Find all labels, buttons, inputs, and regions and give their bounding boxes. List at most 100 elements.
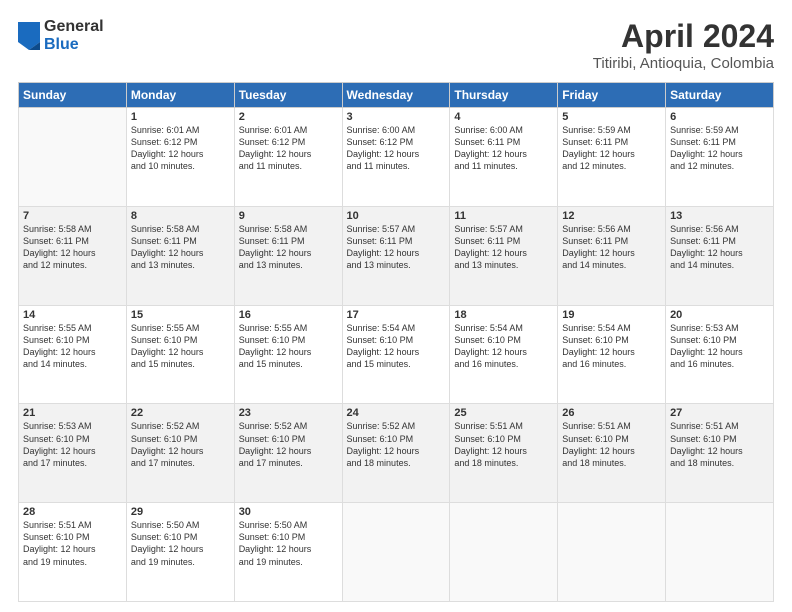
day-cell: 28Sunrise: 5:51 AM Sunset: 6:10 PM Dayli…	[19, 503, 127, 602]
header-day-wednesday: Wednesday	[342, 83, 450, 108]
day-cell: 19Sunrise: 5:54 AM Sunset: 6:10 PM Dayli…	[558, 305, 666, 404]
day-cell: 24Sunrise: 5:52 AM Sunset: 6:10 PM Dayli…	[342, 404, 450, 503]
day-cell: 1Sunrise: 6:01 AM Sunset: 6:12 PM Daylig…	[126, 108, 234, 207]
week-row-2: 14Sunrise: 5:55 AM Sunset: 6:10 PM Dayli…	[19, 305, 774, 404]
day-cell: 25Sunrise: 5:51 AM Sunset: 6:10 PM Dayli…	[450, 404, 558, 503]
day-info: Sunrise: 5:54 AM Sunset: 6:10 PM Dayligh…	[347, 322, 446, 371]
week-row-1: 7Sunrise: 5:58 AM Sunset: 6:11 PM Daylig…	[19, 206, 774, 305]
day-info: Sunrise: 5:56 AM Sunset: 6:11 PM Dayligh…	[670, 223, 769, 272]
day-number: 16	[239, 309, 338, 321]
day-info: Sunrise: 6:01 AM Sunset: 6:12 PM Dayligh…	[239, 124, 338, 173]
day-info: Sunrise: 5:50 AM Sunset: 6:10 PM Dayligh…	[239, 519, 338, 568]
calendar-table: SundayMondayTuesdayWednesdayThursdayFrid…	[18, 82, 774, 602]
day-cell: 27Sunrise: 5:51 AM Sunset: 6:10 PM Dayli…	[666, 404, 774, 503]
day-info: Sunrise: 5:53 AM Sunset: 6:10 PM Dayligh…	[670, 322, 769, 371]
day-cell: 11Sunrise: 5:57 AM Sunset: 6:11 PM Dayli…	[450, 206, 558, 305]
day-cell: 20Sunrise: 5:53 AM Sunset: 6:10 PM Dayli…	[666, 305, 774, 404]
day-cell: 26Sunrise: 5:51 AM Sunset: 6:10 PM Dayli…	[558, 404, 666, 503]
day-number: 30	[239, 506, 338, 518]
day-cell: 6Sunrise: 5:59 AM Sunset: 6:11 PM Daylig…	[666, 108, 774, 207]
day-cell: 22Sunrise: 5:52 AM Sunset: 6:10 PM Dayli…	[126, 404, 234, 503]
day-cell	[558, 503, 666, 602]
day-number: 27	[670, 407, 769, 419]
day-info: Sunrise: 5:59 AM Sunset: 6:11 PM Dayligh…	[670, 124, 769, 173]
day-number: 2	[239, 111, 338, 123]
day-info: Sunrise: 5:51 AM Sunset: 6:10 PM Dayligh…	[454, 420, 553, 469]
logo-general: General	[44, 18, 104, 36]
day-cell	[666, 503, 774, 602]
day-info: Sunrise: 5:50 AM Sunset: 6:10 PM Dayligh…	[131, 519, 230, 568]
day-number: 1	[131, 111, 230, 123]
header-day-thursday: Thursday	[450, 83, 558, 108]
day-cell: 16Sunrise: 5:55 AM Sunset: 6:10 PM Dayli…	[234, 305, 342, 404]
day-number: 19	[562, 309, 661, 321]
day-info: Sunrise: 5:58 AM Sunset: 6:11 PM Dayligh…	[131, 223, 230, 272]
day-info: Sunrise: 5:52 AM Sunset: 6:10 PM Dayligh…	[239, 420, 338, 469]
day-cell: 7Sunrise: 5:58 AM Sunset: 6:11 PM Daylig…	[19, 206, 127, 305]
day-number: 3	[347, 111, 446, 123]
day-number: 5	[562, 111, 661, 123]
day-info: Sunrise: 5:55 AM Sunset: 6:10 PM Dayligh…	[239, 322, 338, 371]
header-day-tuesday: Tuesday	[234, 83, 342, 108]
day-cell: 13Sunrise: 5:56 AM Sunset: 6:11 PM Dayli…	[666, 206, 774, 305]
day-number: 22	[131, 407, 230, 419]
day-info: Sunrise: 6:01 AM Sunset: 6:12 PM Dayligh…	[131, 124, 230, 173]
logo-icon	[18, 22, 40, 50]
day-info: Sunrise: 5:52 AM Sunset: 6:10 PM Dayligh…	[131, 420, 230, 469]
day-number: 7	[23, 210, 122, 222]
day-info: Sunrise: 5:51 AM Sunset: 6:10 PM Dayligh…	[23, 519, 122, 568]
day-cell	[19, 108, 127, 207]
day-number: 18	[454, 309, 553, 321]
day-number: 29	[131, 506, 230, 518]
day-number: 24	[347, 407, 446, 419]
day-info: Sunrise: 5:59 AM Sunset: 6:11 PM Dayligh…	[562, 124, 661, 173]
day-cell: 9Sunrise: 5:58 AM Sunset: 6:11 PM Daylig…	[234, 206, 342, 305]
day-number: 13	[670, 210, 769, 222]
day-number: 12	[562, 210, 661, 222]
header-day-monday: Monday	[126, 83, 234, 108]
day-number: 6	[670, 111, 769, 123]
page: General Blue April 2024 Titiribi, Antioq…	[0, 0, 792, 612]
day-info: Sunrise: 5:51 AM Sunset: 6:10 PM Dayligh…	[670, 420, 769, 469]
day-cell: 5Sunrise: 5:59 AM Sunset: 6:11 PM Daylig…	[558, 108, 666, 207]
day-cell: 23Sunrise: 5:52 AM Sunset: 6:10 PM Dayli…	[234, 404, 342, 503]
day-number: 10	[347, 210, 446, 222]
day-number: 25	[454, 407, 553, 419]
day-cell: 8Sunrise: 5:58 AM Sunset: 6:11 PM Daylig…	[126, 206, 234, 305]
logo-blue: Blue	[44, 36, 104, 54]
header-day-friday: Friday	[558, 83, 666, 108]
month-title: April 2024	[593, 18, 774, 55]
day-info: Sunrise: 5:57 AM Sunset: 6:11 PM Dayligh…	[347, 223, 446, 272]
day-info: Sunrise: 5:58 AM Sunset: 6:11 PM Dayligh…	[239, 223, 338, 272]
day-cell	[450, 503, 558, 602]
day-number: 11	[454, 210, 553, 222]
header-day-saturday: Saturday	[666, 83, 774, 108]
day-info: Sunrise: 5:54 AM Sunset: 6:10 PM Dayligh…	[454, 322, 553, 371]
logo: General Blue	[18, 18, 104, 53]
day-cell: 30Sunrise: 5:50 AM Sunset: 6:10 PM Dayli…	[234, 503, 342, 602]
week-row-4: 28Sunrise: 5:51 AM Sunset: 6:10 PM Dayli…	[19, 503, 774, 602]
day-cell: 3Sunrise: 6:00 AM Sunset: 6:12 PM Daylig…	[342, 108, 450, 207]
day-number: 8	[131, 210, 230, 222]
day-number: 9	[239, 210, 338, 222]
day-number: 21	[23, 407, 122, 419]
day-info: Sunrise: 5:58 AM Sunset: 6:11 PM Dayligh…	[23, 223, 122, 272]
day-cell: 4Sunrise: 6:00 AM Sunset: 6:11 PM Daylig…	[450, 108, 558, 207]
day-info: Sunrise: 5:55 AM Sunset: 6:10 PM Dayligh…	[131, 322, 230, 371]
day-number: 20	[670, 309, 769, 321]
week-row-0: 1Sunrise: 6:01 AM Sunset: 6:12 PM Daylig…	[19, 108, 774, 207]
header: General Blue April 2024 Titiribi, Antioq…	[18, 18, 774, 72]
day-cell: 14Sunrise: 5:55 AM Sunset: 6:10 PM Dayli…	[19, 305, 127, 404]
day-info: Sunrise: 6:00 AM Sunset: 6:12 PM Dayligh…	[347, 124, 446, 173]
day-cell: 10Sunrise: 5:57 AM Sunset: 6:11 PM Dayli…	[342, 206, 450, 305]
day-cell: 17Sunrise: 5:54 AM Sunset: 6:10 PM Dayli…	[342, 305, 450, 404]
day-cell: 29Sunrise: 5:50 AM Sunset: 6:10 PM Dayli…	[126, 503, 234, 602]
day-cell	[342, 503, 450, 602]
day-info: Sunrise: 5:52 AM Sunset: 6:10 PM Dayligh…	[347, 420, 446, 469]
day-info: Sunrise: 5:56 AM Sunset: 6:11 PM Dayligh…	[562, 223, 661, 272]
title-block: April 2024 Titiribi, Antioquia, Colombia	[593, 18, 774, 72]
day-cell: 15Sunrise: 5:55 AM Sunset: 6:10 PM Dayli…	[126, 305, 234, 404]
logo-text: General Blue	[44, 18, 104, 53]
day-info: Sunrise: 5:54 AM Sunset: 6:10 PM Dayligh…	[562, 322, 661, 371]
day-number: 17	[347, 309, 446, 321]
